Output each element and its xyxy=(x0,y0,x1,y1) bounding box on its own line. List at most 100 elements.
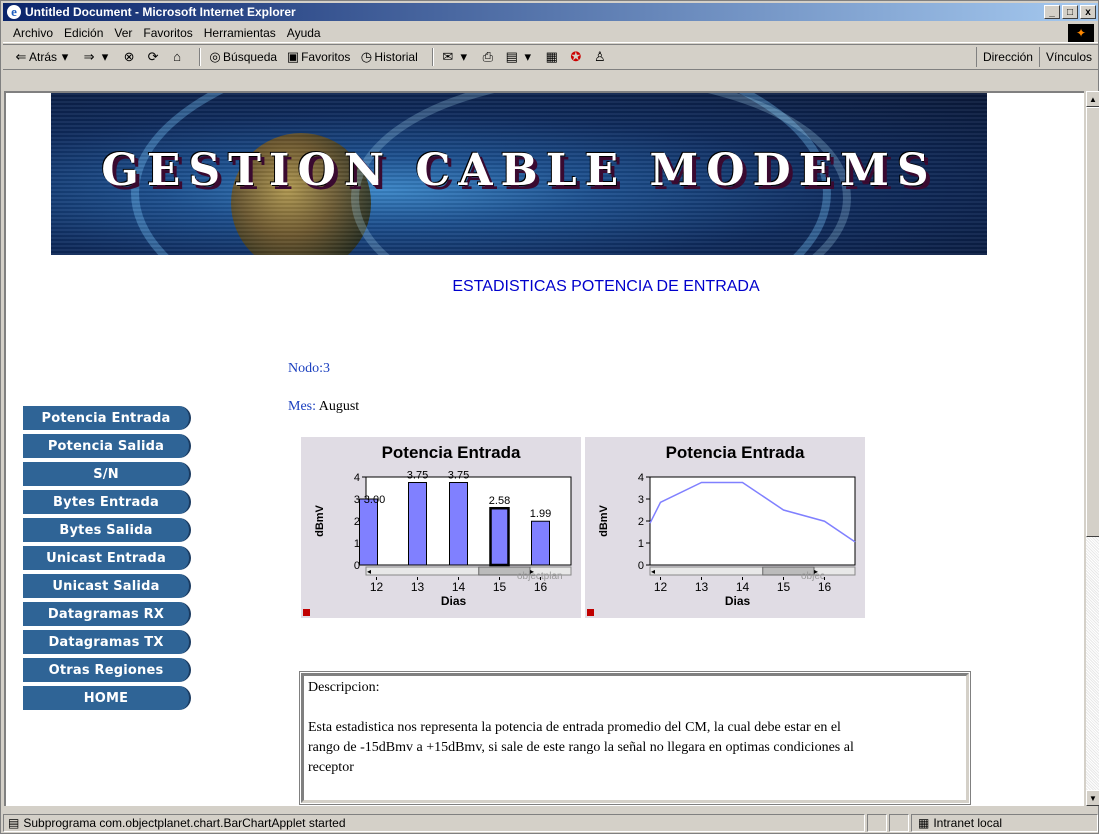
discuss-button[interactable]: ▦ xyxy=(544,49,560,65)
dropdown-icon: ▾ xyxy=(524,49,532,64)
zone-label: Intranet local xyxy=(933,815,1003,830)
menu-ayuda[interactable]: Ayuda xyxy=(287,26,321,40)
minimize-button[interactable]: _ xyxy=(1044,5,1060,19)
favorites-button[interactable]: ▣ Favoritos xyxy=(285,49,351,65)
edit-button[interactable]: ▤ ▾ xyxy=(504,49,536,65)
chart-title: Potencia Entrada xyxy=(666,443,805,462)
bar xyxy=(359,498,378,566)
banner-title: GESTION CABLE MODEMS xyxy=(101,145,937,196)
bar-value-label: 2.58 xyxy=(489,495,510,507)
menu-archivo[interactable]: Archivo xyxy=(13,26,53,40)
scroll-down-icon[interactable]: ▼ xyxy=(1086,790,1099,806)
status-text-panel: ▤ Subprograma com.objectplanet.chart.Bar… xyxy=(3,813,865,832)
vertical-scrollbar[interactable]: ▲ ▼ xyxy=(1086,91,1099,806)
nav-datagramas-rx[interactable]: Datagramas RX xyxy=(23,602,191,626)
refresh-button[interactable]: ⟳ xyxy=(145,49,161,65)
month-label: Mes: xyxy=(288,399,316,414)
scroll-left-icon: ◂ xyxy=(367,567,371,576)
status-cell xyxy=(889,813,909,832)
mail-icon: ✉ xyxy=(442,49,454,64)
nav-otras-regiones[interactable]: Otras Regiones xyxy=(23,658,191,682)
print-button[interactable]: ⎙ xyxy=(480,49,496,65)
dropdown-icon: ▾ xyxy=(61,49,69,64)
nav-unicast-salida[interactable]: Unicast Salida xyxy=(23,574,191,598)
nav-home[interactable]: HOME xyxy=(23,686,191,710)
windows-logo-icon: ✦ xyxy=(1068,24,1094,42)
toolbar-separator xyxy=(431,48,434,66)
menu-favoritos[interactable]: Favoritos xyxy=(143,26,192,40)
stop-button[interactable]: ⊗ xyxy=(121,49,137,65)
search-button[interactable]: ◎ Búsqueda xyxy=(207,49,277,65)
x-tick-label: 12 xyxy=(370,580,384,594)
y-axis-label: dBmV xyxy=(314,504,326,536)
scroll-up-icon[interactable]: ▲ xyxy=(1086,91,1099,107)
y-tick-label: 4 xyxy=(638,472,644,484)
browser-window: e Untitled Document - Microsoft Internet… xyxy=(0,0,1099,834)
forward-button[interactable]: ⇒ ▾ xyxy=(81,49,113,65)
address-label[interactable]: Dirección xyxy=(975,47,1039,67)
status-cell xyxy=(867,813,887,832)
status-page-icon: ▤ xyxy=(8,815,20,830)
favorites-icon: ▣ xyxy=(286,49,300,64)
y-tick-label: 4 xyxy=(354,472,360,484)
applet-status-icon xyxy=(587,609,594,616)
sidebar-nav: Potencia Entrada Potencia Salida S/N Byt… xyxy=(23,406,191,714)
nav-sn[interactable]: S/N xyxy=(23,462,191,486)
x-tick-label: 16 xyxy=(534,580,548,594)
menu-herramientas[interactable]: Herramientas xyxy=(204,26,276,40)
chart-svg: Potencia Entrada01234dBmV◂ ▸objectplan12 1… xyxy=(303,443,572,616)
intranet-icon: ▦ xyxy=(918,815,930,830)
bar-value-label: 3.75 xyxy=(407,470,428,482)
y-tick-label: 0 xyxy=(638,560,644,572)
scroll-left-icon: ◂ xyxy=(651,567,655,576)
dropdown-icon: ▾ xyxy=(460,49,468,64)
user-icon: ♙ xyxy=(593,49,606,64)
close-button[interactable]: x xyxy=(1080,5,1096,19)
nav-potencia-entrada[interactable]: Potencia Entrada xyxy=(23,406,191,430)
stop-icon: ⊗ xyxy=(123,49,135,64)
history-button[interactable]: ◷ Historial xyxy=(358,49,418,65)
chart-title: Potencia Entrada xyxy=(382,443,521,462)
toolbar: ⇐ Atrás ▾ ⇒ ▾ ⊗ ⟳ ⌂ ◎ Búsqueda ▣ Favoritos ◷ H… xyxy=(3,44,1098,70)
print-icon: ⎙ xyxy=(482,49,493,64)
messenger-button[interactable]: ✪ xyxy=(568,49,584,65)
x-tick-label: 15 xyxy=(493,580,507,594)
menu-edicion[interactable]: Edición xyxy=(64,26,103,40)
links-label[interactable]: Vínculos xyxy=(1038,47,1098,67)
nav-unicast-entrada[interactable]: Unicast Entrada xyxy=(23,546,191,570)
history-icon: ◷ xyxy=(360,49,373,64)
home-icon: ⌂ xyxy=(173,49,181,64)
banner-image: GESTION CABLE MODEMS xyxy=(51,93,987,255)
line-chart-applet[interactable]: Potencia Entrada 0 1 2 3 4 dBmV ◂ ▸ objec 12 13 14 15… xyxy=(585,437,865,618)
mail-button[interactable]: ✉ ▾ xyxy=(440,49,472,65)
description-title: Descripcion: xyxy=(308,680,380,695)
x-axis-label: Dias xyxy=(725,594,751,608)
bar xyxy=(531,520,550,566)
nav-bytes-entrada[interactable]: Bytes Entrada xyxy=(23,490,191,514)
x-tick-label: 13 xyxy=(695,580,709,594)
bar xyxy=(449,482,468,566)
status-bar: ▤ Subprograma com.objectplanet.chart.Bar… xyxy=(3,812,1098,833)
status-text: Subprograma com.objectplanet.chart.BarCh… xyxy=(23,815,346,830)
maximize-button[interactable]: □ xyxy=(1062,5,1078,19)
user-button[interactable]: ♙ xyxy=(592,49,608,65)
dropdown-icon: ▾ xyxy=(101,49,109,64)
search-icon: ◎ xyxy=(209,49,221,64)
nav-datagramas-tx[interactable]: Datagramas TX xyxy=(23,630,191,654)
nav-potencia-salida[interactable]: Potencia Salida xyxy=(23,434,191,458)
scroll-thumb[interactable] xyxy=(1086,107,1099,537)
x-tick-label: 14 xyxy=(452,580,466,594)
x-tick-label: 13 xyxy=(411,580,425,594)
y-tick-label: 2 xyxy=(638,516,644,528)
back-button[interactable]: ⇐ Atrás ▾ xyxy=(13,49,73,65)
nav-bytes-salida[interactable]: Bytes Salida xyxy=(23,518,191,542)
edit-icon: ▤ xyxy=(505,49,518,64)
y-tick-label: 1 xyxy=(638,538,644,550)
home-button[interactable]: ⌂ xyxy=(169,49,185,65)
bar-chart-applet[interactable]: Potencia Entrada 0 1 2 3 4 dBmV ◂ ▸ objectplan 12 1… xyxy=(301,437,581,618)
menu-ver[interactable]: Ver xyxy=(114,26,132,40)
x-tick-label: 14 xyxy=(736,580,750,594)
month-info: Mes: August xyxy=(288,399,359,415)
bar-value-label: 3.75 xyxy=(448,470,469,482)
back-arrow-icon: ⇐ xyxy=(15,49,27,64)
